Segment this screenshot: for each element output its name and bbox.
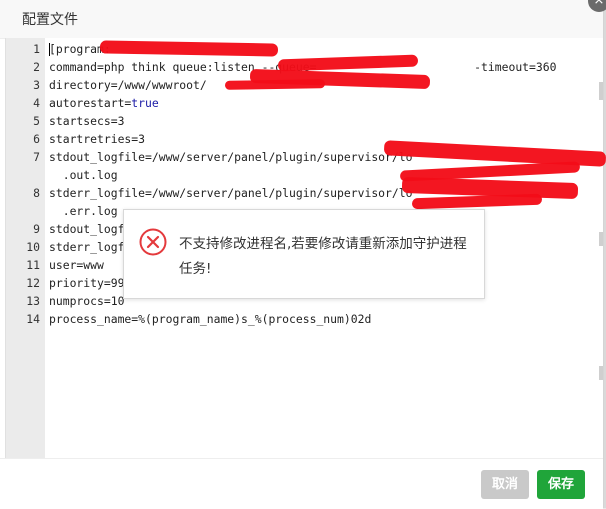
line-text: stdout_logfi: [49, 222, 132, 236]
redaction-mark: [224, 79, 326, 90]
dialog-title: 配置文件: [22, 12, 78, 28]
line-text: numprocs=10: [49, 294, 125, 308]
scroll-marker: [599, 366, 603, 380]
line-number: 2: [33, 60, 40, 74]
save-button[interactable]: 保存: [537, 470, 585, 499]
code-line[interactable]: 5 startsecs=3: [6, 112, 603, 130]
line-number: 5: [33, 114, 40, 128]
line-text: autorestart=true: [49, 94, 159, 112]
code-line[interactable]: 1 [program:: [6, 40, 603, 58]
line-number: 4: [33, 96, 40, 110]
line-text: priority=999: [49, 276, 132, 290]
line-number: 9: [33, 222, 40, 236]
config-key: autorestart=: [49, 96, 132, 110]
line-text: .out.log: [49, 168, 118, 182]
line-number: 1: [33, 42, 40, 56]
line-text: directory=/www/wwwroot/: [49, 78, 207, 92]
code-line[interactable]: 4 autorestart=true: [6, 94, 603, 112]
line-number: 8: [33, 186, 40, 200]
line-number: 3: [33, 78, 40, 92]
config-file-dialog: 配置文件 1 [program: 2 command=php think queue:…: [0, 0, 606, 509]
line-text: startsecs=3: [49, 114, 125, 128]
line-text: .err.log: [49, 204, 118, 218]
line-text: stderr_logfi: [49, 240, 132, 254]
line-text: startretries=3: [49, 132, 146, 146]
toast-message: 不支持修改进程名,若要修改请重新添加守护进程任务!: [179, 236, 467, 277]
line-text: stderr_logfile=/www/server/panel/plugin/…: [49, 186, 413, 200]
code-line[interactable]: 14 process_name=%(program_name)s_%(proces…: [6, 310, 603, 328]
line-number: 10: [26, 240, 40, 254]
text-cursor: [49, 43, 50, 56]
line-number: 7: [33, 150, 40, 164]
scroll-marker: [599, 232, 603, 246]
line-number: 6: [33, 132, 40, 146]
error-toast: 不支持修改进程名,若要修改请重新添加守护进程任务!: [123, 209, 485, 299]
line-number: 11: [26, 258, 40, 272]
line-text: process_name=%(program_name)s_%(process_…: [49, 312, 372, 326]
scroll-marker: [599, 82, 603, 100]
line-number: 12: [26, 276, 40, 290]
line-number: 14: [26, 312, 40, 326]
config-value: true: [131, 96, 159, 110]
line-number: 13: [26, 294, 40, 308]
line-text: stdout_logfile=/www/server/panel/plugin/…: [49, 150, 413, 164]
code-line[interactable]: 6 startretries=3: [6, 130, 603, 148]
dialog-title-bar: 配置文件: [0, 0, 603, 39]
cancel-button[interactable]: 取消: [481, 470, 529, 499]
error-circle-icon: [139, 228, 167, 256]
line-text: user=www: [49, 258, 104, 272]
